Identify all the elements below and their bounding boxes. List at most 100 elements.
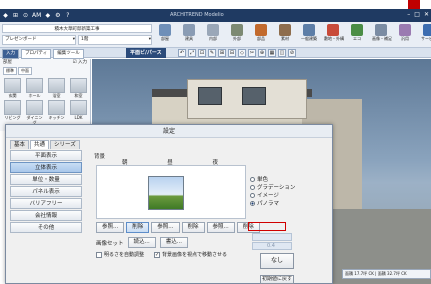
room-thumbnail xyxy=(26,100,43,115)
ribbon-tool-button[interactable]: 汎用 xyxy=(396,24,414,42)
browse-noon-button[interactable]: 参照... xyxy=(151,222,180,233)
tab-common[interactable]: 共通 xyxy=(30,140,50,149)
floor-select[interactable]: 1階 ▾ xyxy=(78,35,152,45)
view-tool-icon[interactable]: ✎ xyxy=(208,49,216,57)
help-icon[interactable]: ? xyxy=(64,11,71,20)
side-item-other[interactable]: その他 xyxy=(10,222,82,233)
parts-icon xyxy=(255,24,267,36)
exterior-icon xyxy=(231,24,243,36)
view-tool-icon[interactable]: ⊘ xyxy=(288,49,296,57)
side-item-company-info[interactable]: 会社情報 xyxy=(10,210,82,221)
preset-select[interactable]: プレゼンボード ▾ xyxy=(2,35,76,45)
ribbon-tool-button[interactable]: 建具 xyxy=(180,24,198,42)
panorama-select[interactable] xyxy=(252,233,292,241)
side-item-barrier-free[interactable]: バリアフリー xyxy=(10,198,82,209)
floor-value: 1階 xyxy=(81,37,89,42)
side-item-panel-view[interactable]: パネル表示 xyxy=(10,186,82,197)
reset-button[interactable]: 初期値に戻す xyxy=(260,275,294,284)
minimize-icon[interactable]: – xyxy=(407,10,410,20)
move-background-checkbox[interactable]: ✓ 背景画像を視点で移動させる xyxy=(154,251,227,258)
room-item[interactable]: 浴室 xyxy=(47,78,66,98)
side-item-units[interactable]: 単位・数量 xyxy=(10,174,82,185)
new-file-icon[interactable]: ⊞ xyxy=(12,11,19,20)
ribbon-tool-button[interactable]: 部品 xyxy=(252,24,270,42)
radio-panorama[interactable]: パノラマ xyxy=(250,199,295,207)
view-tool-icon[interactable]: ◫ xyxy=(278,49,286,57)
view-tool-icon[interactable]: ↶ xyxy=(178,49,186,57)
room-label: リビング xyxy=(4,115,21,120)
view-tool-icon[interactable]: ⊟ xyxy=(228,49,236,57)
subtab-standard[interactable]: 標準 xyxy=(3,67,17,75)
view-tool-icon[interactable]: ⤢ xyxy=(188,49,196,57)
tab-input[interactable]: 入力 xyxy=(2,49,19,59)
room-item[interactable]: ホール xyxy=(25,78,44,98)
ribbon-tool-button[interactable]: 部屋 xyxy=(156,24,174,42)
load-button[interactable]: 読込... xyxy=(127,237,156,248)
chevron-down-icon: ▾ xyxy=(72,37,75,42)
app-menu-icon[interactable]: ◆ xyxy=(2,11,9,20)
delete-noon-button[interactable]: 削除 xyxy=(181,222,205,233)
room-thumbnail xyxy=(4,100,21,115)
panorama-value-field[interactable]: 0.4 xyxy=(252,242,292,250)
room-item[interactable]: リビング xyxy=(3,100,22,125)
tab-basic[interactable]: 基本 xyxy=(10,140,30,149)
delete-morning-button[interactable]: 削除 xyxy=(126,222,150,233)
maximize-icon[interactable]: □ xyxy=(414,10,420,20)
ribbon-tool-button[interactable]: 素材 xyxy=(276,24,294,42)
ribbon-tool-button[interactable]: エコ xyxy=(348,24,366,42)
ribbon-tool-button[interactable]: 内部 xyxy=(204,24,222,42)
room-item[interactable]: 玄関 xyxy=(3,78,22,98)
room-item[interactable]: ダイニング xyxy=(25,100,44,125)
panel-option-checkbox[interactable]: ☑ 入力 xyxy=(73,60,87,66)
none-button[interactable]: なし xyxy=(260,253,294,269)
mode-tabs: 入力 プロパティ 編集ツール xyxy=(2,49,84,59)
room-item[interactable]: 和室 xyxy=(69,78,88,98)
tab-series[interactable]: シリーズ xyxy=(50,140,80,149)
view-tool-icon[interactable]: ⊡ xyxy=(198,49,206,57)
view-tool-icon[interactable]: ✂ xyxy=(248,49,256,57)
radio-image[interactable]: イメージ xyxy=(250,191,295,199)
dialog-side-menu: 平面表示 立体表示 単位・数量 パネル表示 バリアフリー 会社情報 その他 xyxy=(10,150,82,234)
tab-edit-tools[interactable]: 編集ツール xyxy=(53,49,84,59)
ribbon-tool-button[interactable]: サービス xyxy=(420,24,431,42)
save-icon[interactable]: ◆ xyxy=(44,11,51,20)
view-tool-icon[interactable]: ◇ xyxy=(238,49,246,57)
ribbon-tool-button[interactable]: 敷地・外構 xyxy=(324,24,344,42)
auto-brightness-label: 明るさを自動調整 xyxy=(104,252,145,258)
radio-label: グラデーション xyxy=(257,185,296,191)
radio-gradient[interactable]: グラデーション xyxy=(250,183,295,191)
site-icon xyxy=(327,24,339,36)
radio-circle xyxy=(250,184,255,190)
open-file-icon[interactable]: ⊙ xyxy=(22,11,29,20)
ribbon-tool-button[interactable]: 画像・補足 xyxy=(372,24,392,42)
write-button[interactable]: 書込... xyxy=(159,237,189,248)
view-tool-icon[interactable]: ▦ xyxy=(268,49,276,57)
close-icon[interactable]: ✕ xyxy=(424,10,429,20)
plan-name-field[interactable]: 積木大草町邸新築工事 xyxy=(2,24,152,33)
auto-brightness-checkbox[interactable]: 明るさを自動調整 xyxy=(96,251,144,258)
image-icon xyxy=(375,24,387,36)
ribbon-tool-button[interactable]: 一般建築 xyxy=(300,24,318,42)
interior-icon xyxy=(207,24,219,36)
ribbon-tool-label: 部屋 xyxy=(161,36,169,41)
am-icon[interactable]: AM xyxy=(32,11,41,20)
radio-solid[interactable]: 単色 xyxy=(250,175,295,183)
image-set-row: 画像セット 読込... 書込... xyxy=(96,237,189,248)
view-tool-icon[interactable]: ⊞ xyxy=(218,49,226,57)
ribbon-tool-button[interactable]: 外部 xyxy=(228,24,246,42)
view-tool-icon[interactable]: ⊕ xyxy=(258,49,266,57)
background-preview xyxy=(96,165,246,219)
side-item-3d-view[interactable]: 立体表示 xyxy=(10,162,82,173)
room-item[interactable]: LDK xyxy=(69,100,88,125)
tab-property[interactable]: プロパティ xyxy=(21,49,52,59)
view-mode-label[interactable]: 平面ビ/パース xyxy=(126,48,166,58)
settings-icon[interactable]: ⚙ xyxy=(54,11,61,20)
room-thumbnail xyxy=(4,78,21,93)
browse-morning-button[interactable]: 参照... xyxy=(96,222,125,233)
subtab-middle[interactable]: 中面 xyxy=(18,67,32,75)
browse-night-button[interactable]: 参照... xyxy=(206,222,235,233)
checkbox-box-checked: ✓ xyxy=(154,251,161,258)
side-item-plan-view[interactable]: 平面表示 xyxy=(10,150,82,161)
room-item[interactable]: キッチン xyxy=(47,100,66,125)
view-tool-icons: ↶ ⤢ ⊡ ✎ ⊞ ⊟ ◇ ✂ ⊕ ▦ ◫ ⊘ xyxy=(178,49,296,57)
